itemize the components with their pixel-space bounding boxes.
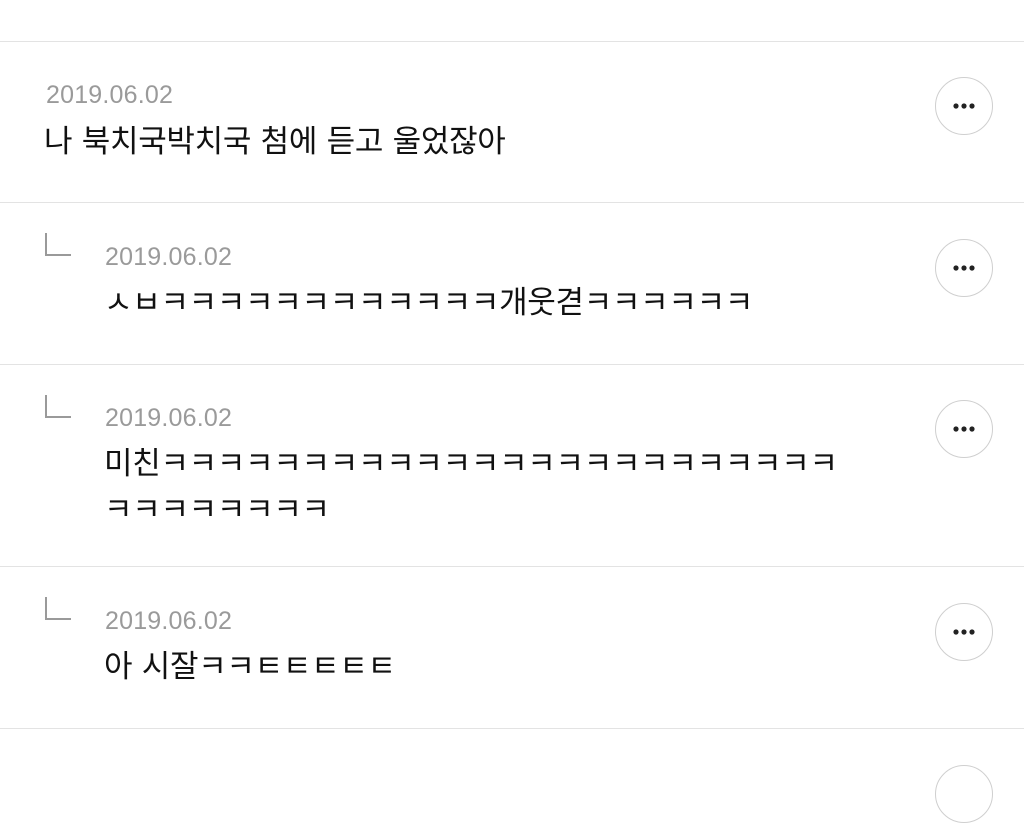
comment-date: 2019.06.02 [105,404,233,432]
more-options-button[interactable] [935,400,993,458]
comment-date: 2019.06.02 [105,243,233,271]
comment-text: 나 북치국박치국 첨에 듣고 울었잖아 [44,124,506,160]
more-options-icon [953,265,975,271]
reply-item: 2019.06.02 미친ㅋㅋㅋㅋㅋㅋㅋㅋㅋㅋㅋㅋㅋㅋㅋㅋㅋㅋㅋㅋㅋㅋㅋㅋ ㅋㅋ… [0,365,1024,566]
reply-item: 2019.06.02 아 시잘ㅋㅋㅌㅌㅌㅌㅌ [0,567,1024,728]
comment-date: 2019.06.02 [105,607,233,635]
comment-text: 아 시잘ㅋㅋㅌㅌㅌㅌㅌ [104,649,396,685]
comment-date: 2019.06.02 [46,81,174,109]
comment-item: 2019.06.02 나 북치국박치국 첨에 듣고 울었잖아 [0,42,1024,202]
more-options-button[interactable] [935,239,993,297]
more-options-icon [953,103,975,109]
reply-arrow-icon [45,597,71,620]
comment-text: 미친ㅋㅋㅋㅋㅋㅋㅋㅋㅋㅋㅋㅋㅋㅋㅋㅋㅋㅋㅋㅋㅋㅋㅋㅋ ㅋㅋㅋㅋㅋㅋㅋㅋ [104,446,838,528]
more-options-button[interactable] [935,603,993,661]
reply-item: 2019.06.02 ㅅㅂㅋㅋㅋㅋㅋㅋㅋㅋㅋㅋㅋㅋ개웃겯ㅋㅋㅋㅋㅋㅋ [0,203,1024,364]
comment-text: ㅅㅂㅋㅋㅋㅋㅋㅋㅋㅋㅋㅋㅋㅋ개웃겯ㅋㅋㅋㅋㅋㅋ [104,285,754,321]
more-options-icon [953,629,975,635]
reply-arrow-icon [45,395,71,418]
more-options-button[interactable] [935,77,993,135]
divider [0,728,1024,729]
more-options-icon [953,426,975,432]
reply-arrow-icon [45,233,71,256]
more-options-button[interactable] [935,765,993,823]
